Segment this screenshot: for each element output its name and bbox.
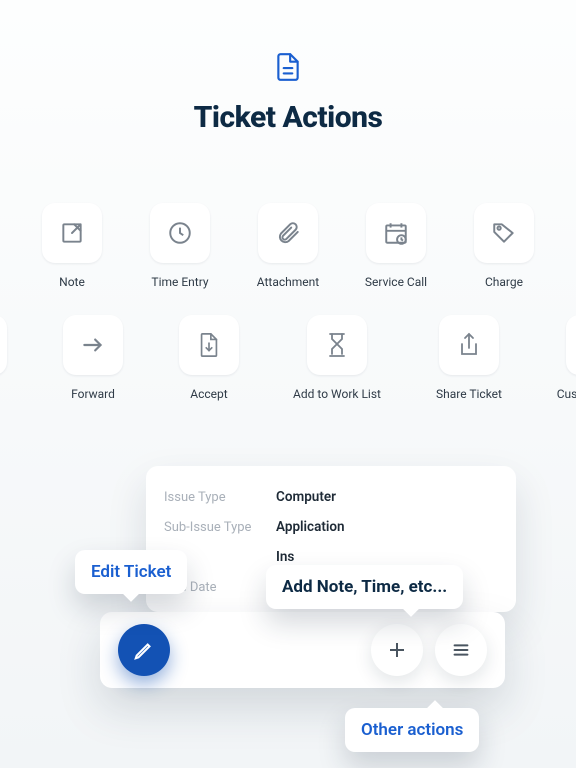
forward-arrow-icon (63, 315, 123, 375)
clock-icon (150, 203, 210, 263)
hourglass-icon (307, 315, 367, 375)
tooltip-edit-ticket: Edit Ticket (75, 550, 187, 594)
action-service-call[interactable]: Service Call (363, 203, 429, 289)
action-add-worklist[interactable]: Add to Work List (292, 315, 382, 401)
share-icon (439, 315, 499, 375)
note-icon (42, 203, 102, 263)
action-forward[interactable]: Forward (60, 315, 126, 401)
menu-fab[interactable] (435, 624, 487, 676)
paperclip-icon (258, 203, 318, 263)
action-attachment[interactable]: Attachment (255, 203, 321, 289)
tag-icon (474, 203, 534, 263)
action-time-entry[interactable]: Time Entry (147, 203, 213, 289)
action-note[interactable]: Note (39, 203, 105, 289)
action-charge[interactable]: Charge (471, 203, 537, 289)
signature-icon (566, 315, 576, 375)
add-fab[interactable] (371, 624, 423, 676)
bottom-action-bar (100, 612, 505, 688)
page-title: Ticket Actions (0, 100, 576, 135)
calendar-clock-icon (366, 203, 426, 263)
detail-row-issue-type: Issue Type Computer (164, 482, 510, 512)
file-download-icon (179, 315, 239, 375)
action-share-ticket[interactable]: Share Ticket (432, 315, 506, 401)
action-edit[interactable]: Edit (0, 315, 10, 401)
action-accept[interactable]: Accept (176, 315, 242, 401)
detail-row-sub-issue: Sub-Issue Type Application (164, 512, 510, 542)
action-customer-sign[interactable]: Customer Sign (556, 315, 576, 401)
document-icon (274, 52, 302, 86)
edit-fab[interactable] (118, 624, 170, 676)
tooltip-other-actions: Other actions (345, 708, 479, 752)
pencil-icon (0, 315, 7, 375)
tooltip-add-note: Add Note, Time, etc... (266, 565, 463, 609)
